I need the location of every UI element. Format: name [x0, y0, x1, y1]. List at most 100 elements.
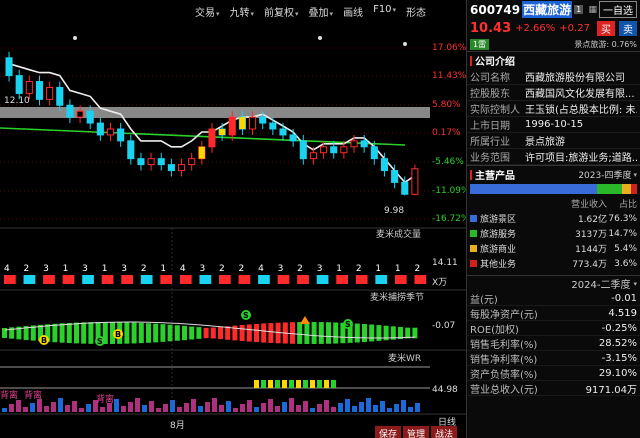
wr-signal	[317, 380, 322, 388]
tb-f10[interactable]: F10▾	[368, 2, 401, 19]
season-bar	[66, 322, 72, 344]
fin-period-select[interactable]: 2024-二季度	[571, 276, 630, 291]
stock-name[interactable]: 西藏旅游	[522, 1, 573, 18]
sell-button[interactable]: 卖	[619, 20, 637, 36]
chevron-down-icon[interactable]: ▾	[633, 171, 637, 179]
volume-count: 4	[180, 264, 186, 274]
volume-count: 2	[356, 264, 362, 274]
stock-badge: 1	[574, 5, 584, 14]
wr-signal	[268, 380, 273, 388]
wr-bar	[247, 400, 252, 412]
buy-button[interactable]: 买	[597, 20, 615, 36]
manage-button[interactable]: 管理	[403, 426, 430, 438]
wr-bar	[233, 408, 238, 412]
volume-bar	[62, 275, 75, 284]
season-bar	[210, 327, 216, 339]
tb-draw[interactable]: 画线	[338, 2, 368, 19]
wr-bar	[86, 404, 91, 412]
stock-code: 600749	[470, 2, 521, 17]
divergence-label: 背离	[96, 395, 115, 405]
chevron-down-icon[interactable]: ▾	[633, 280, 637, 288]
wr-bar	[156, 408, 161, 412]
wr-panel-title: 麦米WR	[388, 354, 422, 364]
season-bar	[218, 326, 223, 340]
x-month-label: 8月	[170, 421, 185, 431]
wr-bar	[163, 404, 168, 412]
y-tick: 5.80%	[432, 100, 461, 110]
volume-bar	[140, 275, 153, 284]
wr-bar	[254, 407, 259, 412]
wr-bar	[79, 408, 84, 412]
season-bar	[52, 323, 58, 343]
tb-adjust[interactable]: 前复权▾	[259, 2, 304, 19]
vol-unit: X万	[432, 278, 448, 288]
season-bar	[146, 323, 151, 343]
wr-signal	[282, 380, 287, 388]
season-bar	[246, 324, 252, 342]
change-percent: +2.66%	[515, 22, 556, 34]
volume-bar	[121, 275, 133, 284]
tb-overlay[interactable]: 叠加▾	[304, 2, 339, 19]
wr-bar	[65, 405, 70, 412]
top-dot	[318, 36, 322, 40]
chart-area[interactable]: 交易▾ 九转▾ 前复权▾ 叠加▾ 画线 F10▾ 形态 4 2 3 1 3 1 3 2 1 4 3 2…	[0, 0, 470, 438]
battle-button[interactable]: 战法	[431, 426, 458, 438]
volume-bar	[23, 275, 36, 284]
candle-body	[106, 128, 115, 136]
wr-bar	[345, 399, 350, 412]
candle-body	[5, 57, 13, 77]
wr-bar	[240, 404, 245, 412]
season-bar	[268, 323, 274, 343]
tb-ninerot[interactable]: 九转▾	[225, 2, 260, 19]
season-bar	[189, 326, 195, 340]
change-abs: +0.27	[559, 22, 590, 34]
wr-bar	[2, 408, 7, 412]
fin-row: ROE(加权) -0.25%	[467, 321, 640, 336]
wr-bar	[135, 398, 140, 412]
fin-section-header: 2024-二季度 ▾	[467, 275, 640, 291]
sector-change[interactable]: 景点旅游: 0.76%	[574, 39, 637, 50]
season-bar	[174, 325, 180, 341]
candle-body	[269, 122, 277, 130]
resistance-band	[0, 107, 430, 118]
signal-candle	[198, 146, 205, 159]
candle-body	[46, 86, 54, 100]
candle-body	[127, 140, 135, 160]
wr-bar	[219, 405, 224, 412]
season-bar	[131, 322, 137, 344]
candle-body	[360, 140, 368, 148]
volume-count: 3	[317, 264, 323, 274]
wr-bar	[226, 401, 231, 412]
candle-body	[86, 110, 94, 124]
candle-body	[370, 146, 378, 160]
wr-signal	[331, 380, 336, 388]
tb-pattern[interactable]: 形态	[401, 2, 431, 19]
thunder-tag[interactable]: 1雷	[470, 38, 490, 50]
product-period-select[interactable]: 2023-四季度	[578, 168, 631, 181]
wr-bar	[72, 401, 77, 412]
candle-body	[249, 116, 257, 130]
wr-bar	[177, 407, 182, 412]
volume-count: 4	[4, 264, 10, 274]
price-row: 10.43 +2.66% +0.27 买 卖	[467, 19, 640, 37]
candle-body	[309, 152, 317, 160]
tb-trade[interactable]: 交易▾	[190, 2, 225, 19]
volume-bar	[4, 275, 16, 284]
candle-body	[96, 122, 104, 136]
wr-bar	[380, 401, 385, 412]
signal-marker-label: S	[345, 320, 351, 329]
grid-icon[interactable]: ▦	[588, 5, 597, 15]
candle-body	[35, 81, 44, 100]
product-share-bar	[470, 184, 637, 194]
season-bar	[333, 322, 339, 344]
last-price: 10.43	[470, 20, 512, 36]
product-row: 旅游商业 1144万 5.4%	[467, 241, 640, 256]
candle-body	[259, 116, 267, 124]
signal-marker-label: B	[115, 330, 121, 339]
add-watchlist-button[interactable]: 一自选	[599, 1, 637, 18]
save-button[interactable]: 保存	[375, 426, 402, 438]
wr-bar	[30, 403, 35, 412]
wr-bar	[44, 406, 49, 412]
season-bar	[225, 326, 231, 340]
candle-body	[279, 128, 287, 136]
